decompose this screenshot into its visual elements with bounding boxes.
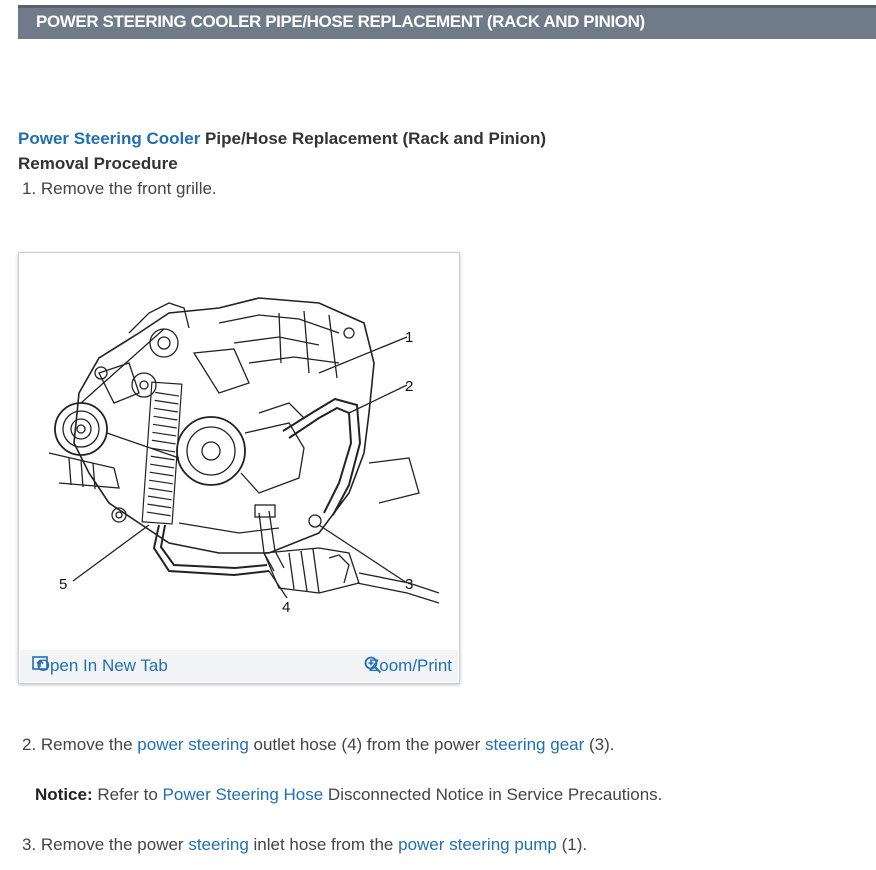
step-3: 3. Remove the power steering inlet hose …	[22, 835, 587, 855]
power-steering-hose-link[interactable]: Power Steering Hose	[163, 785, 324, 804]
callout-1: 1	[405, 329, 413, 346]
page: POWER STEERING COOLER PIPE/HOSE REPLACEM…	[0, 0, 876, 870]
section-subtitle: Removal Procedure	[18, 154, 178, 173]
procedure-figure: 1 2 3 4 5 Open In New Tab Zoom/Print	[18, 252, 460, 684]
section-title: Power Steering Cooler Pipe/Hose Replacem…	[18, 129, 546, 149]
step-2: 2. Remove the power steering outlet hose…	[22, 735, 615, 755]
callout-4: 4	[282, 599, 290, 616]
step-2-text-c: (3).	[584, 735, 615, 754]
notice-label: Notice:	[35, 785, 93, 804]
step-2-text-b: outlet hose (4) from the power	[248, 735, 486, 754]
step-1: 1. Remove the front grille.	[22, 179, 217, 198]
step-3-text-a: 3. Remove the power	[22, 835, 189, 854]
notice-text-a: Refer to	[92, 785, 163, 804]
notice: Notice: Refer to Power Steering Hose Dis…	[35, 785, 662, 805]
notice-text-b: Disconnected Notice in Service Precautio…	[323, 785, 663, 804]
open-in-new-tab-label: Open In New Tab	[36, 656, 168, 675]
step-3-text-c: (1).	[556, 835, 588, 854]
power-steering-cooler-link[interactable]: Power Steering Cooler	[18, 129, 200, 148]
callout-3: 3	[405, 576, 413, 593]
steering-gear-link[interactable]: steering gear	[485, 735, 584, 754]
zoom-print-button[interactable]: Zoom/Print	[364, 656, 452, 676]
figure-toolbar: Open In New Tab Zoom/Print	[20, 650, 458, 682]
step-2-text-a: 2. Remove the	[22, 735, 138, 754]
callout-5: 5	[59, 576, 67, 593]
section-title-text: Pipe/Hose Replacement (Rack and Pinion)	[200, 129, 547, 148]
page-title: POWER STEERING COOLER PIPE/HOSE REPLACEM…	[36, 12, 645, 31]
step-3-text-b: inlet hose from the	[248, 835, 399, 854]
steering-link[interactable]: steering	[188, 835, 248, 854]
diagram-callouts: 1 2 3 4 5	[59, 329, 413, 616]
callout-2: 2	[405, 378, 413, 395]
power-steering-link[interactable]: power steering	[137, 735, 249, 754]
page-title-bar: POWER STEERING COOLER PIPE/HOSE REPLACEM…	[18, 5, 876, 39]
power-steering-pump-link[interactable]: power steering pump	[398, 835, 557, 854]
open-in-new-tab-button[interactable]: Open In New Tab	[32, 656, 168, 676]
